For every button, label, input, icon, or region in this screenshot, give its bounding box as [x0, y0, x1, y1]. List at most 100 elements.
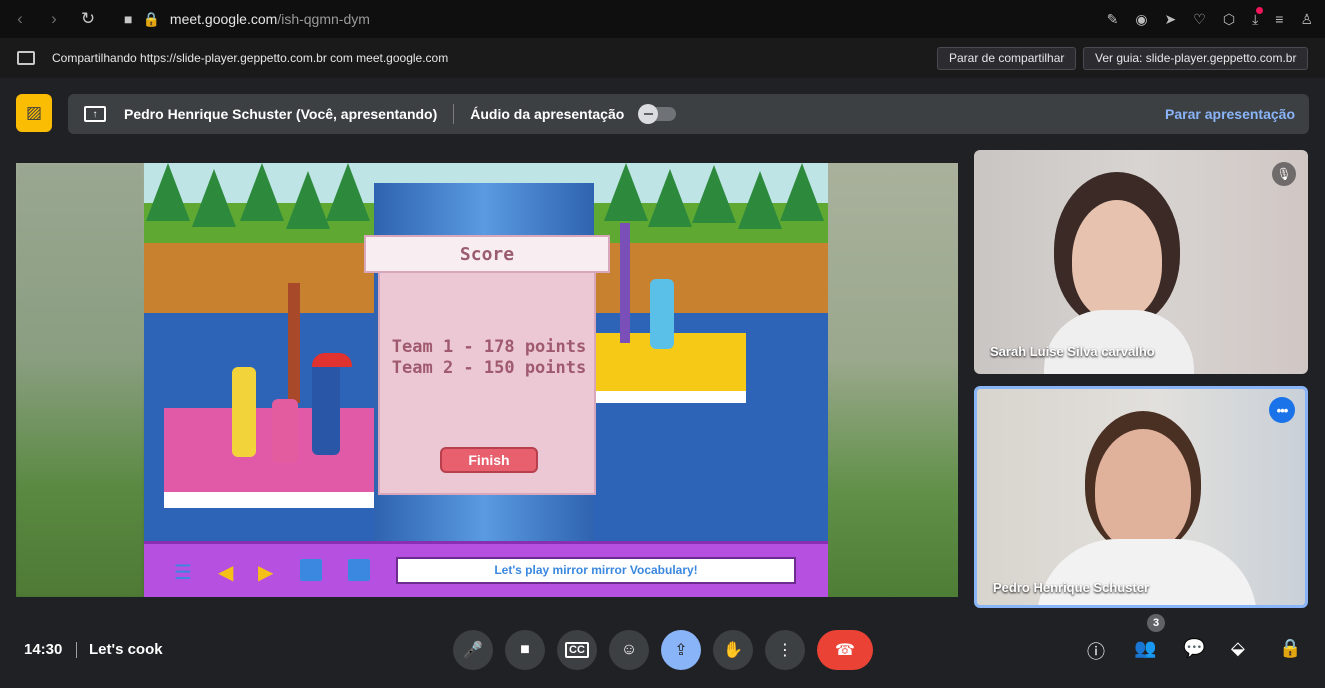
tree — [146, 163, 190, 221]
stop-presenting-link[interactable]: Parar apresentação — [1165, 106, 1295, 122]
soundboard-icon[interactable] — [348, 559, 370, 581]
more-vert-icon: ⋮ — [777, 642, 793, 659]
game-screen: Score Team 1 - 178 points Team 2 - 150 p… — [144, 163, 828, 597]
edit-icon[interactable]: ✎ — [1107, 11, 1119, 28]
previous-icon[interactable]: ◀ — [218, 560, 233, 585]
screen-share-icon — [17, 51, 35, 65]
presentation-audio-toggle[interactable] — [638, 104, 677, 124]
participant-tile[interactable]: 🎙 Sarah Luise Silva carvalho — [974, 150, 1308, 374]
chat-icon[interactable]: 💬 — [1183, 638, 1205, 659]
microphone-icon: 🎤 — [463, 642, 483, 659]
game-toolbar: ☰ ◀ ▶ Let's play mirror mirror Vocabular… — [144, 541, 828, 597]
presenting-bar: ↑ Pedro Henrique Schuster (Você, apresen… — [68, 94, 1309, 134]
back-icon[interactable]: ‹ — [12, 9, 28, 29]
browser-toolbar: ‹ › ↻ ■ 🔒 meet.google.com/ish-qgmn-dym ✎… — [0, 0, 1325, 38]
hang-up-icon: ☎ — [835, 642, 855, 659]
camera-off-warning-icon[interactable]: ▨ — [16, 94, 52, 132]
people-icon[interactable]: 👥 — [1134, 638, 1156, 659]
menu-icon[interactable]: ≡ — [1275, 11, 1283, 27]
cube-icon[interactable]: ⬡ — [1223, 11, 1235, 28]
blurred-background-right — [828, 163, 958, 597]
boat-mast — [620, 223, 630, 343]
present-icon: ⇪ — [674, 642, 688, 659]
notification-dot — [1256, 6, 1264, 14]
tree — [326, 163, 370, 221]
camera-icon: ■ — [520, 641, 530, 658]
url-path: /ish-qgmn-dym — [277, 11, 370, 27]
raise-hand-button[interactable]: ✋ — [713, 630, 753, 670]
boat-mast — [288, 283, 300, 403]
tree — [286, 171, 330, 229]
url-host: meet.google.com — [169, 11, 278, 27]
more-options-icon[interactable]: ••• — [1269, 397, 1295, 423]
stop-sharing-button[interactable]: Parar de compartilhar — [937, 47, 1077, 70]
emoji-icon: ☺ — [620, 641, 638, 658]
blurred-background-left — [16, 163, 144, 597]
present-button[interactable]: ⇪ — [661, 630, 701, 670]
tree — [738, 171, 782, 229]
microphone-button[interactable]: 🎤 — [453, 630, 493, 670]
camera-icon: ■ — [124, 11, 133, 27]
presenter-label: Pedro Henrique Schuster (Você, apresenta… — [124, 106, 438, 122]
menu-icon[interactable]: ☰ — [174, 560, 192, 585]
team1-score: Team 1 - 178 points — [391, 337, 587, 357]
reload-icon[interactable]: ↻ — [80, 9, 96, 29]
participant-video — [1072, 200, 1162, 320]
character — [312, 359, 340, 455]
meeting-title: Let's cook — [89, 641, 163, 658]
call-controls-bar: 14:30 Let's cook 🎤 ■ CC ☺ ⇪ ✋ ⋮ ☎ ⓘ 👥 3 … — [0, 614, 1325, 688]
more-options-button[interactable]: ⋮ — [765, 630, 805, 670]
team2-score: Team 2 - 150 points — [391, 358, 587, 378]
finish-button[interactable]: Finish — [440, 447, 538, 473]
score-card: Score Team 1 - 178 points Team 2 - 150 p… — [364, 235, 610, 495]
present-icon: ↑ — [84, 106, 106, 122]
riverbank-left — [144, 243, 374, 313]
presentation-view: Score Team 1 - 178 points Team 2 - 150 p… — [16, 163, 958, 597]
character — [272, 399, 298, 463]
reactions-button[interactable]: ☺ — [609, 630, 649, 670]
host-controls-icon[interactable]: 🔒 — [1279, 638, 1301, 659]
participant-tile-self[interactable]: ••• Pedro Henrique Schuster — [974, 386, 1308, 608]
captions-icon: CC — [565, 642, 589, 658]
sharing-text: Compartilhando https://slide-player.gepp… — [52, 51, 449, 65]
camera-button[interactable]: ■ — [505, 630, 545, 670]
character — [232, 367, 256, 457]
send-icon[interactable]: ➤ — [1165, 11, 1177, 28]
score-body: Team 1 - 178 points Team 2 - 150 points … — [378, 271, 596, 495]
activities-icon[interactable]: ⬙ — [1231, 638, 1245, 659]
participant-body — [1037, 539, 1257, 605]
tree — [192, 169, 236, 227]
next-icon[interactable]: ▶ — [258, 560, 273, 585]
tree — [604, 163, 648, 221]
character — [650, 279, 674, 349]
heart-icon[interactable]: ♡ — [1193, 11, 1206, 28]
mic-off-icon: 🎙 — [1272, 162, 1296, 186]
tree — [648, 169, 692, 227]
captions-button[interactable]: CC — [557, 630, 597, 670]
sharing-infobar: Compartilhando https://slide-player.gepp… — [0, 38, 1325, 78]
address-bar[interactable]: ■ 🔒 meet.google.com/ish-qgmn-dym — [124, 0, 370, 38]
forward-icon[interactable]: › — [46, 9, 62, 29]
tree — [240, 163, 284, 221]
presentation-audio-label: Áudio da apresentação — [470, 106, 625, 122]
leave-call-button[interactable]: ☎ — [817, 630, 873, 670]
meet-main: ▨ ↑ Pedro Henrique Schuster (Você, apres… — [0, 78, 1325, 688]
score-title: Score — [364, 235, 610, 273]
pink-boat — [164, 408, 374, 508]
toggle-off-icon — [638, 104, 659, 124]
info-icon[interactable]: ⓘ — [1087, 638, 1105, 664]
divider — [76, 642, 77, 658]
lock-icon: 🔒 — [142, 10, 160, 27]
view-tab-button[interactable]: Ver guia: slide-player.geppetto.com.br — [1083, 47, 1309, 70]
download-icon[interactable]: ⤓ — [1252, 6, 1264, 28]
tree — [692, 165, 736, 223]
screenshot-icon[interactable]: ◉ — [1135, 11, 1147, 28]
robot-icon[interactable] — [300, 559, 322, 581]
profile-icon[interactable]: ♙ — [1300, 11, 1313, 28]
participant-count-badge: 3 — [1147, 614, 1165, 632]
tree — [780, 163, 824, 221]
participant-video — [1095, 429, 1191, 551]
meeting-time: 14:30 — [24, 641, 63, 658]
browser-actions: ✎ ◉ ➤ ♡ ⬡ ⤓ ≡ ♙ — [1107, 0, 1313, 38]
character-hat — [312, 353, 352, 367]
